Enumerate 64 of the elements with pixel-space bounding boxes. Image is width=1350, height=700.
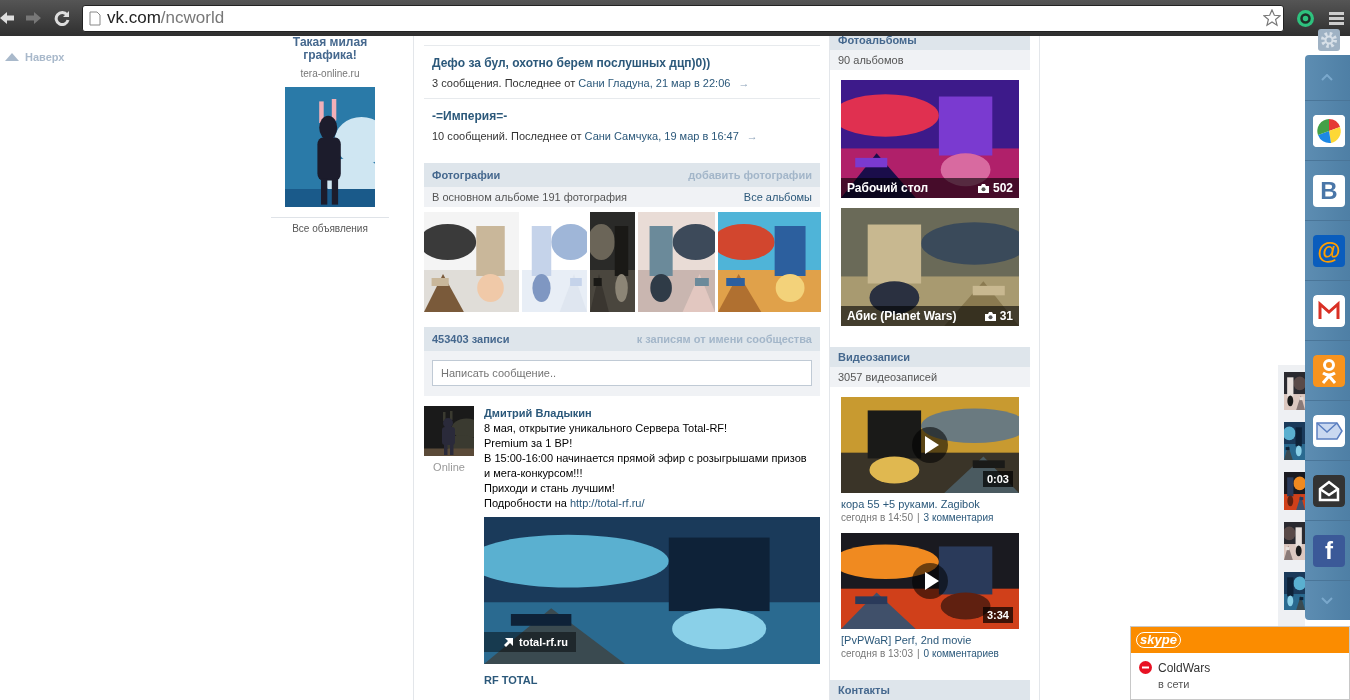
section-title[interactable]: Видеозаписи: [838, 351, 911, 363]
page-icon: [89, 10, 101, 26]
all-ads-link[interactable]: Все объявления: [292, 223, 368, 234]
video-title[interactable]: кора 55 +5 руками. Zagibok: [841, 497, 980, 511]
menu-icon[interactable]: [1329, 11, 1344, 25]
camera-icon: [984, 311, 996, 321]
photo-count: 502: [992, 181, 1013, 195]
album-caption[interactable]: Абис (Planet Wars) 31: [841, 306, 1019, 326]
video-date: сегодня в 13:03: [841, 647, 913, 661]
video-date: сегодня в 14:50: [841, 511, 913, 525]
last-post-link[interactable]: Сани Самчука, 19 мар в 16:47: [584, 130, 739, 142]
play-icon[interactable]: [912, 563, 948, 599]
video-duration: 0:03: [982, 471, 1013, 487]
post-link[interactable]: http://total-rf.ru/: [569, 497, 645, 509]
video-duration: 3:34: [982, 607, 1013, 623]
back-icon[interactable]: [0, 11, 14, 25]
section-title[interactable]: Контакты: [838, 684, 890, 696]
triangle-up-icon: [5, 53, 19, 61]
author-name[interactable]: Дмитрий Владыкин: [484, 406, 592, 421]
photo-count: В основном альбоме 191 фотография: [432, 191, 628, 203]
topic-title[interactable]: Дефо за бул, охотно берем послушных дцп)0)): [432, 55, 711, 71]
ad-domain: tera-online.ru: [299, 68, 361, 79]
video-title[interactable]: [PvPWaR] Perf, 2nd movie: [841, 633, 972, 647]
album-title: Рабочий стол: [847, 181, 929, 195]
separator: |: [917, 511, 920, 525]
attachment-link[interactable]: total-rf.ru: [484, 632, 576, 652]
topic-meta: 10 сообщений. Последнее от Сани Самчука, 19 мар в 16:47: [432, 129, 739, 143]
play-icon[interactable]: [912, 427, 948, 463]
comments-link[interactable]: 3 комментария: [923, 511, 994, 525]
attachment-title[interactable]: RF TOTAL: [484, 674, 538, 686]
section-title[interactable]: 453403 записи: [432, 333, 510, 345]
contact-name[interactable]: ColdWars: [1158, 661, 1211, 675]
address-field[interactable]: vk.com/ncworld: [82, 4, 1284, 32]
star-icon[interactable]: [1263, 9, 1281, 27]
social-button[interactable]: В: [1313, 174, 1345, 207]
topic-title[interactable]: -=Империя=-: [432, 108, 508, 124]
open-envelope-icon[interactable]: [1313, 474, 1345, 507]
extension-icon[interactable]: [1297, 9, 1314, 27]
ad-title[interactable]: Такая милая графика!: [270, 36, 390, 62]
album-caption[interactable]: Рабочий стол 502: [841, 178, 1019, 198]
person-icon[interactable]: [1313, 354, 1345, 387]
contact-status: в сети: [1158, 678, 1191, 690]
message-field[interactable]: Написать сообщение..: [432, 360, 812, 386]
photo-count: 31: [999, 309, 1013, 323]
pie-icon[interactable]: [1313, 114, 1345, 147]
envelope-icon[interactable]: [1313, 414, 1345, 447]
reload-icon[interactable]: [54, 10, 70, 26]
online-status: Online: [432, 461, 466, 473]
separator: |: [917, 647, 920, 661]
all-albums-link[interactable]: Все альбомы: [743, 191, 812, 203]
mail-icon[interactable]: [1313, 294, 1345, 327]
section-title[interactable]: Фотоальбомы: [838, 36, 917, 46]
comments-link[interactable]: 0 комментариев: [923, 647, 999, 661]
section-title[interactable]: Фотографии: [432, 169, 501, 181]
post-text: 8 мая, открытие уникального Сервера Total-RF! Premium за 1 ВР! В 15:00-16:00 начинается прямой эфир с розыгрышами призов и мега-конкурсом!!! Приходи и стань лучшим! Подробности на http://total-rf.ru/: [484, 421, 808, 511]
video-count: 3057 видеозаписей: [838, 371, 938, 383]
album-title: Абис (Planet Wars): [847, 309, 957, 323]
last-post-link[interactable]: Сани Гладуна, 21 мар в 22:06: [578, 77, 731, 89]
camera-icon: [977, 183, 989, 193]
forward-icon[interactable]: [25, 11, 41, 25]
album-count: 90 альбомов: [838, 54, 904, 66]
link-arrow-icon: [504, 637, 513, 647]
topic-meta: 3 сообщения. Последнее от Сани Гладуна, 21 мар в 22:06: [432, 76, 731, 90]
social-button[interactable]: f: [1313, 534, 1345, 567]
